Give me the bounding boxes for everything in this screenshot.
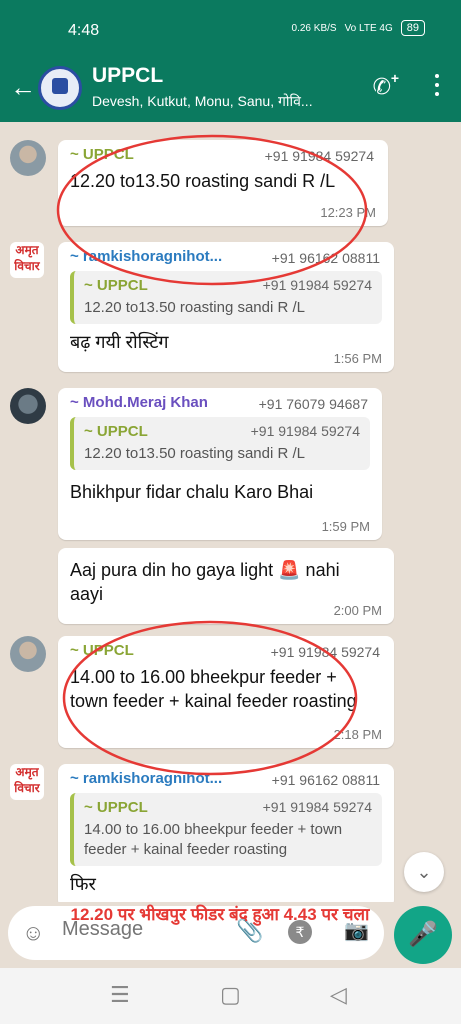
signal-indicator: Vo LTE 4G — [344, 22, 393, 34]
quote-phone: +91 91984 59274 — [262, 799, 372, 815]
quote-text: 14.00 to 16.00 bheekpur feeder + town fe… — [84, 821, 343, 858]
group-members[interactable]: Devesh, Kutkut, Monu, Sanu, गोवि... — [92, 92, 352, 111]
message-bubble[interactable]: ~ ramkishoragnihot... +91 96162 08811 ~ … — [58, 764, 394, 908]
quoted-message[interactable]: ~ UPPCL +91 91984 59274 14.00 to 16.00 b… — [70, 793, 382, 866]
sender-phone: +91 91984 59274 — [264, 148, 374, 164]
quote-text: 12.20 to13.50 roasting sandi R /L — [84, 299, 305, 316]
nav-back-icon[interactable]: ◁ — [330, 982, 347, 1008]
payment-icon[interactable]: ₹ — [288, 920, 312, 944]
message-time: 1:59 PM — [321, 519, 370, 534]
avatar[interactable] — [10, 388, 46, 424]
message-input[interactable] — [62, 918, 262, 941]
message-text: 14.00 to 16.00 bheekpur feeder + town fe… — [70, 667, 357, 711]
net-speed: 0.26 KB/S — [291, 22, 337, 34]
message-bubble[interactable]: ~ UPPCL +91 91984 59274 12.20 to13.50 ro… — [58, 140, 388, 226]
back-arrow-icon[interactable]: ← — [10, 72, 36, 103]
message-time: 1:56 PM — [333, 351, 382, 366]
avatar[interactable]: अमृत विचार — [10, 764, 44, 800]
home-icon[interactable]: ▢ — [220, 982, 241, 1008]
message-time: 12:23 PM — [320, 205, 376, 220]
scroll-down-button[interactable]: ⌄ — [404, 852, 444, 892]
message-text: Aaj pura din ho gaya light 🚨 nahi aayi — [70, 560, 340, 604]
sender-phone: +91 91984 59274 — [270, 644, 380, 660]
status-bar: 4:48 0.26 KB/S Vo LTE 4G 89 — [0, 0, 461, 54]
avatar[interactable]: अमृत विचार — [10, 242, 44, 278]
mic-button[interactable]: 🎤 — [394, 906, 452, 964]
message-input-pill: ☺ 📎 ₹ 📷 — [8, 906, 384, 960]
group-avatar[interactable] — [38, 66, 82, 110]
message-time: 2:00 PM — [333, 603, 382, 618]
sender-phone: +91 76079 94687 — [258, 396, 368, 412]
message-bubble[interactable]: ~ ramkishoragnihot... +91 96162 08811 ~ … — [58, 242, 394, 372]
sender-phone: +91 96162 08811 — [271, 772, 380, 788]
camera-icon[interactable]: 📷 — [344, 918, 369, 943]
message-bubble[interactable]: ~ UPPCL +91 91984 59274 14.00 to 16.00 b… — [58, 636, 394, 748]
more-options-icon[interactable] — [435, 74, 439, 101]
attach-icon[interactable]: 📎 — [236, 918, 263, 944]
emoji-icon[interactable]: ☺ — [22, 920, 44, 946]
quoted-message[interactable]: ~ UPPCL +91 91984 59274 12.20 to13.50 ro… — [70, 271, 382, 324]
message-text: 12.20 to13.50 roasting sandi R /L — [70, 171, 336, 191]
battery-icon: 89 — [400, 20, 425, 36]
chat-area[interactable]: ~ UPPCL +91 91984 59274 12.20 to13.50 ro… — [0, 122, 461, 908]
message-time: 2:18 PM — [333, 727, 382, 742]
quote-text: 12.20 to13.50 roasting sandi R /L — [84, 445, 305, 462]
message-text: फिर — [70, 874, 96, 894]
sender-phone: +91 96162 08811 — [271, 250, 380, 266]
quote-phone: +91 91984 59274 — [250, 423, 360, 439]
message-text: Bhikhpur fidar chalu Karo Bhai — [70, 482, 314, 502]
message-bubble[interactable]: ~ Mohd.Meraj Khan +91 76079 94687 ~ UPPC… — [58, 388, 382, 540]
quote-phone: +91 91984 59274 — [262, 277, 372, 293]
status-time: 4:48 — [68, 22, 100, 39]
composer-bar: ☺ 📎 ₹ 📷 🎤 — [0, 902, 461, 968]
add-call-icon[interactable]: ✆ + — [373, 70, 399, 100]
quoted-message[interactable]: ~ UPPCL +91 91984 59274 12.20 to13.50 ro… — [70, 417, 370, 470]
message-bubble[interactable]: Aaj pura din ho gaya light 🚨 nahi aayi 2… — [58, 548, 394, 624]
status-icons: 0.26 KB/S Vo LTE 4G 89 — [292, 20, 425, 36]
avatar[interactable] — [10, 140, 46, 176]
group-title[interactable]: UPPCL — [92, 64, 163, 88]
chat-header: ← UPPCL Devesh, Kutkut, Monu, Sanu, गोवि… — [0, 54, 461, 122]
avatar[interactable] — [10, 636, 46, 672]
recents-icon[interactable]: ☰ — [110, 982, 130, 1008]
system-nav-bar: ☰ ▢ ◁ — [0, 968, 461, 1024]
